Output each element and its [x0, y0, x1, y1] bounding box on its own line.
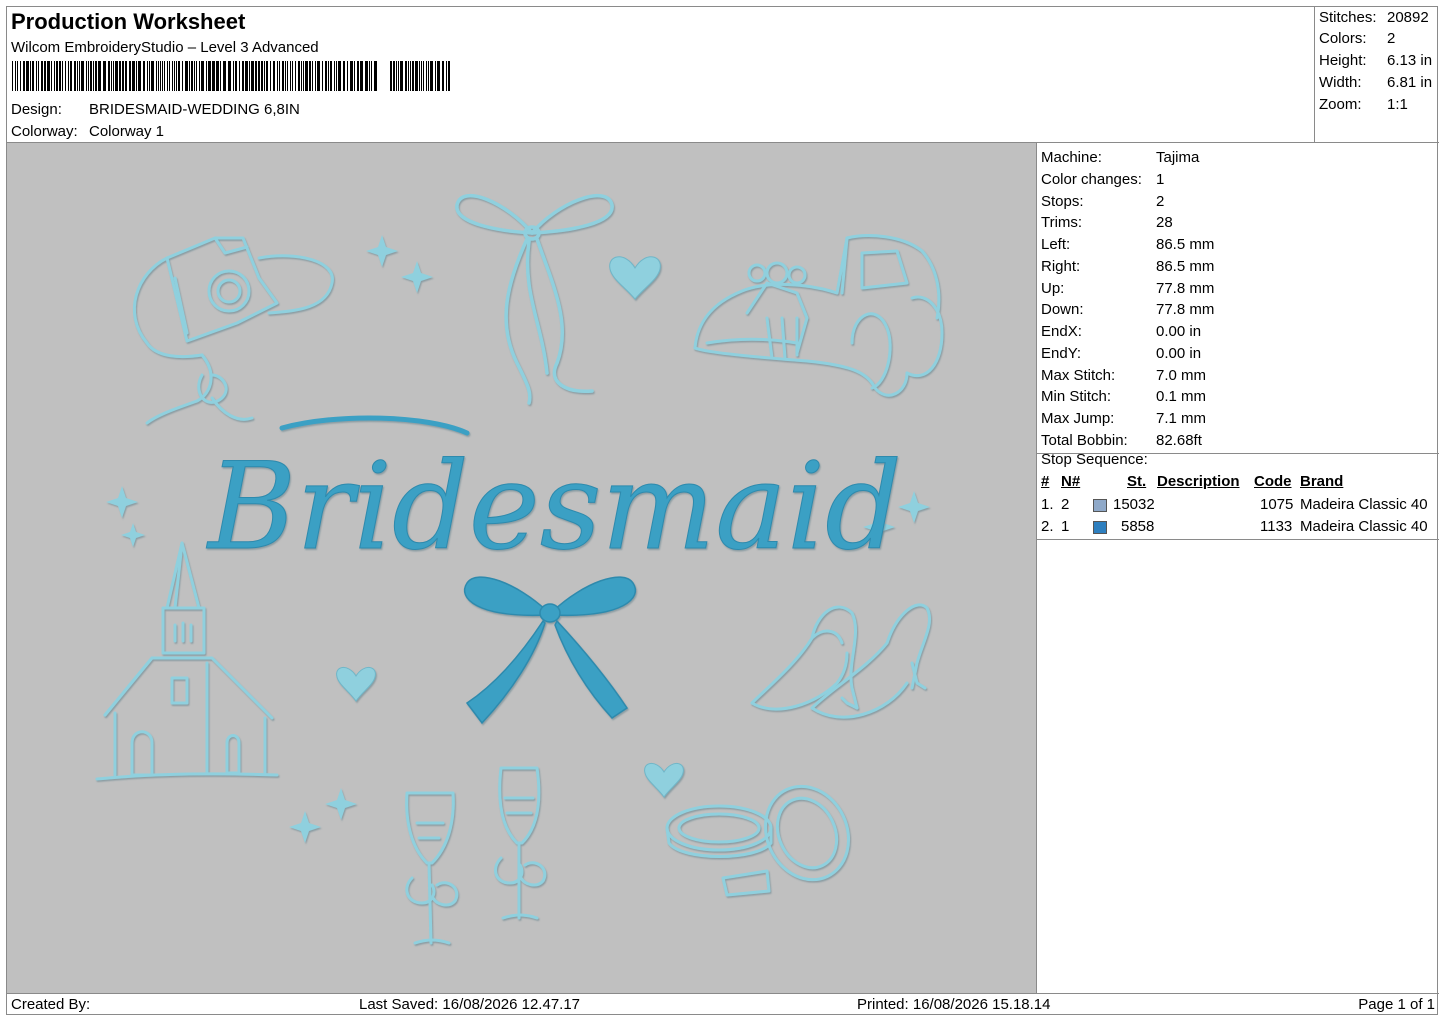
row-num: 2. [1041, 518, 1054, 535]
app-name: Wilcom EmbroideryStudio – Level 3 Advanc… [11, 39, 319, 56]
row-brand: Madeira Classic 40 [1300, 496, 1428, 513]
row-needle: 1 [1061, 518, 1070, 535]
col-header-n: N# [1061, 473, 1081, 490]
design-preview[interactable]: Bridesmaid [7, 143, 1037, 993]
col-header-brand: Brand [1300, 473, 1344, 490]
wedding-rings-motif [665, 784, 851, 897]
table-row[interactable]: 2. 1 5858 1133 Madeira Classic 40 [1037, 518, 1439, 539]
table-row[interactable]: 1. 2 15032 1075 Madeira Classic 40 [1037, 496, 1439, 517]
printed-date: Printed: 16/08/2026 15.18.14 [857, 996, 1051, 1013]
barcode [12, 61, 450, 91]
info-panel: Machine: Tajima Color changes: 1 Stops: 2 T… [1037, 143, 1439, 993]
row-stitches: 5858 [1121, 518, 1155, 535]
created-by: Created By: [11, 996, 91, 1013]
design-label: Design: [11, 101, 62, 118]
ribbon-bow-motif [455, 193, 614, 405]
embroidery-artwork: Bridesmaid [95, 193, 944, 945]
row-num: 1. [1041, 496, 1054, 513]
col-header-code: Code [1254, 473, 1292, 490]
design-word: Bridesmaid [206, 438, 902, 577]
row-stitches: 15032 [1113, 496, 1155, 513]
row-code: 1075 [1260, 496, 1294, 513]
production-worksheet: Production Worksheet Wilcom EmbroiderySt… [6, 6, 1439, 1015]
bridesmaid-lettering: Bridesmaid [206, 415, 902, 578]
center-bow-motif [463, 576, 637, 725]
row-needle: 2 [1061, 496, 1070, 513]
col-header-num: # [1041, 473, 1050, 490]
colorway-name: Colorway 1 [89, 123, 165, 140]
row-brand: Madeira Classic 40 [1300, 518, 1428, 535]
champagne-glasses-motif [405, 766, 547, 945]
last-saved: Last Saved: 16/08/2026 12.47.17 [359, 996, 581, 1013]
worksheet-header: Production Worksheet Wilcom EmbroiderySt… [7, 7, 1315, 143]
camera-motif [132, 236, 334, 425]
design-name: BRIDESMAID-WEDDING 6,8IN [89, 101, 300, 118]
color-swatch [1093, 521, 1107, 534]
worksheet-title: Production Worksheet [11, 9, 246, 34]
high-heels-motif [750, 603, 932, 719]
col-header-description: Description [1157, 473, 1240, 490]
worksheet-footer: Created By: Last Saved: 16/08/2026 12.47… [7, 993, 1439, 1015]
color-swatch [1093, 499, 1107, 512]
summary-stats: Stitches: 20892 Colors: 2 Height: 6.13 in W… [1315, 7, 1439, 143]
church-motif [95, 541, 279, 781]
row-code: 1133 [1260, 518, 1293, 535]
divider [1037, 539, 1439, 540]
page-number: Page 1 of 1 [1358, 996, 1435, 1013]
colorway-label: Colorway: [11, 123, 78, 140]
stop-sequence-label: Stop Sequence: [1041, 451, 1148, 468]
col-header-stitches: St. [1127, 473, 1147, 490]
vintage-car-motif [693, 234, 944, 397]
